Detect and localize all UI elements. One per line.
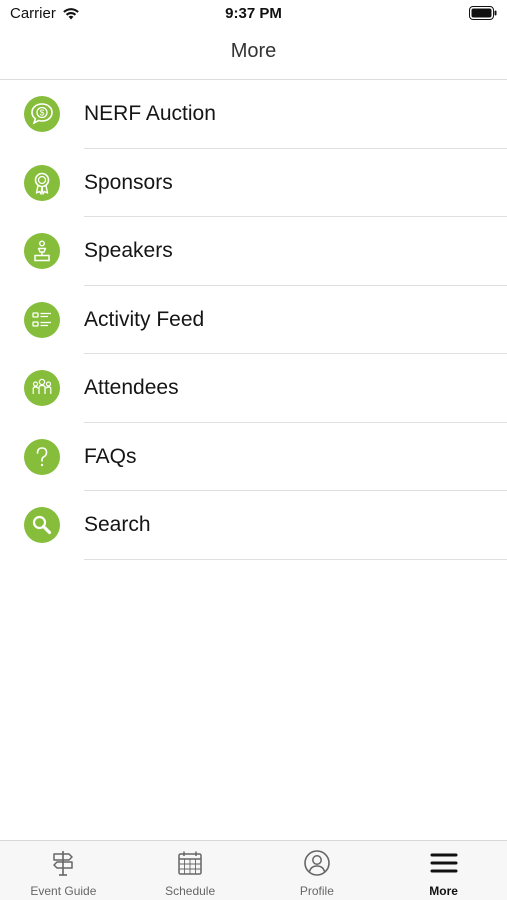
status-time: 9:37 PM [225, 5, 282, 22]
svg-text:$: $ [40, 108, 45, 118]
menu-item-label: Activity Feed [84, 307, 205, 331]
tab-label: More [429, 884, 458, 898]
profile-icon [304, 850, 330, 876]
navigation-bar: More [0, 28, 507, 80]
menu-item-label: Speakers [84, 239, 173, 263]
menu-item-search[interactable]: Search [0, 491, 507, 560]
menu-item-speakers[interactable]: Speakers [0, 217, 507, 286]
calendar-icon [178, 851, 202, 875]
tab-label: Profile [299, 884, 334, 898]
menu-item-nerf-auction[interactable]: $ NERF Auction [0, 80, 507, 149]
divider [84, 558, 507, 560]
menu-item-label: Sponsors [84, 170, 173, 194]
menu-item-label: Attendees [84, 376, 179, 400]
award-ribbon-icon [24, 164, 60, 201]
menu-item-sponsors[interactable]: Sponsors [0, 149, 507, 217]
magnifier-icon [24, 507, 60, 544]
menu-item-attendees[interactable]: Attendees [0, 354, 507, 423]
tab-profile[interactable]: Profile [254, 841, 381, 900]
dollar-speech-bubble-icon: $ [24, 96, 60, 133]
feed-list-icon [24, 301, 60, 338]
podium-icon [24, 233, 60, 270]
menu-item-activity-feed[interactable]: Activity Feed [0, 286, 507, 354]
menu-item-label: FAQs [84, 444, 137, 468]
battery-icon [469, 6, 497, 20]
tab-event-guide[interactable]: Event Guide [0, 841, 127, 900]
tab-bar: Event Guide Schedule Profile More [0, 840, 507, 900]
more-menu-list: $ NERF Auction Sponsors Speakers Activit… [0, 80, 507, 560]
status-bar: Carrier 9:37 PM [0, 0, 507, 28]
tab-label: Schedule [165, 884, 216, 898]
people-group-icon [24, 370, 60, 407]
signpost-icon [53, 851, 74, 876]
menu-item-label: Search [84, 513, 151, 537]
menu-item-faqs[interactable]: FAQs [0, 423, 507, 491]
tab-label: Event Guide [30, 884, 97, 898]
page-title: More [230, 40, 277, 62]
menu-item-label: NERF Auction [84, 102, 216, 126]
question-mark-icon [24, 438, 60, 475]
hamburger-menu-icon [430, 853, 458, 873]
tab-schedule[interactable]: Schedule [127, 841, 254, 900]
tab-more[interactable]: More [380, 841, 507, 900]
